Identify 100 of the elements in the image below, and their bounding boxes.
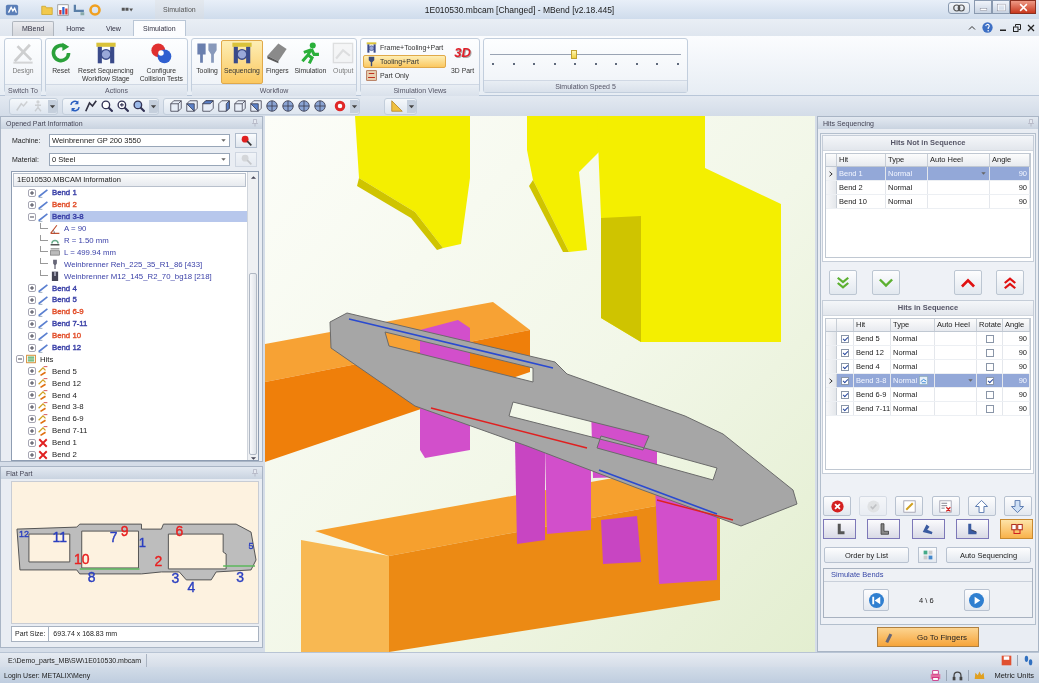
elbow-pipe-icon[interactable] (73, 3, 85, 16)
headset-icon[interactable] (952, 669, 964, 681)
3d-viewport[interactable] (265, 116, 815, 652)
plus-box-icon[interactable] (28, 343, 36, 352)
bend-number-label: 5 (248, 541, 254, 551)
checkbox[interactable] (841, 362, 849, 371)
zigzag-line-icon[interactable] (85, 100, 97, 112)
rotate-checkbox[interactable] (985, 390, 994, 399)
maximize-button[interactable] (992, 0, 1010, 14)
tool-button[interactable] (967, 496, 996, 516)
tick-mark (574, 63, 577, 65)
plus-box-icon[interactable] (28, 200, 36, 209)
rotate-checkbox[interactable] (985, 376, 994, 385)
bend-number-label: 9 (120, 523, 129, 540)
cube-view-icon[interactable] (234, 100, 246, 112)
die-icon (50, 271, 60, 282)
bend-hit-icon (38, 425, 48, 436)
rotate-checkbox[interactable] (985, 334, 994, 343)
checkbox[interactable] (841, 334, 849, 343)
dropdown-icon (967, 377, 974, 384)
dropdown-icon[interactable] (407, 99, 416, 113)
document-icon (332, 42, 355, 64)
plus-box-icon[interactable] (28, 438, 36, 447)
mode-button[interactable] (823, 519, 856, 539)
plus-box-icon[interactable] (28, 319, 36, 328)
cube-view-icon[interactable] (250, 100, 262, 112)
plus-box-icon[interactable] (28, 367, 36, 376)
plus-box-icon[interactable] (28, 188, 36, 197)
globe-view-icon[interactable] (298, 100, 310, 112)
tool-button[interactable] (823, 496, 851, 516)
tool-button[interactable] (931, 496, 960, 516)
plus-box-icon[interactable] (28, 402, 36, 411)
skip-back-icon (868, 592, 884, 608)
tool-button[interactable] (1003, 496, 1032, 516)
mode-button[interactable] (911, 519, 945, 539)
stop-icon[interactable] (334, 100, 346, 112)
plus-box-icon[interactable] (28, 307, 36, 316)
plus-box-icon[interactable] (28, 414, 36, 423)
footprints-icon[interactable] (1023, 654, 1034, 666)
boot-icon (922, 523, 934, 535)
mode-button[interactable] (955, 519, 989, 539)
zoom-fit-icon[interactable] (133, 100, 145, 112)
plus-box-icon[interactable] (28, 426, 36, 435)
checkbox[interactable] (841, 348, 849, 357)
bend-number-label: 3 (171, 569, 180, 586)
cube-view-icon[interactable] (170, 100, 182, 112)
zoom-in-icon[interactable] (117, 100, 129, 112)
plus-box-icon[interactable] (28, 295, 36, 304)
scroll-up-icon[interactable] (249, 174, 257, 181)
globe-view-icon[interactable] (282, 100, 294, 112)
bend-number-label: 7 (109, 529, 118, 546)
globe-view-icon[interactable] (314, 100, 326, 112)
checkbox[interactable] (841, 390, 849, 399)
help-icon[interactable] (982, 22, 993, 33)
mode-button[interactable] (867, 519, 901, 539)
save-icon[interactable] (1001, 654, 1012, 666)
slider-thumb[interactable] (571, 50, 578, 59)
collapse-icon[interactable] (968, 23, 976, 32)
cube-view-icon[interactable] (218, 100, 230, 112)
close-button[interactable] (1010, 0, 1036, 14)
minimize-button[interactable] (974, 0, 992, 14)
ruler-icon[interactable] (391, 100, 403, 112)
restore-icon[interactable] (1013, 23, 1021, 32)
play-button[interactable] (963, 589, 990, 611)
printer-icon[interactable] (930, 669, 942, 681)
chart-icon[interactable] (57, 3, 69, 16)
checkbox[interactable] (841, 404, 849, 413)
plus-box-icon[interactable] (28, 331, 36, 340)
grid-button[interactable] (918, 547, 937, 563)
minus-box-icon[interactable] (28, 212, 36, 221)
globe-view-icon[interactable] (266, 100, 278, 112)
bend-number-label: 6 (175, 523, 184, 540)
dropdown-icon[interactable] (48, 99, 57, 113)
dropdown-icon[interactable] (350, 99, 359, 113)
plus-box-icon[interactable] (28, 284, 36, 293)
move-all-down-button[interactable] (829, 270, 857, 295)
plus-box-icon[interactable] (28, 450, 36, 459)
plus-box-icon[interactable] (28, 379, 36, 388)
cube-view-icon[interactable] (202, 100, 214, 112)
cube-view-icon[interactable] (186, 100, 198, 112)
zoom-icon[interactable] (101, 100, 113, 112)
close-icon[interactable] (1027, 23, 1035, 32)
dropdown-icon[interactable] (149, 99, 158, 113)
move-up-button[interactable] (954, 270, 982, 295)
scrollbar[interactable] (247, 172, 258, 460)
checkbox[interactable] (841, 376, 849, 385)
rotate-checkbox[interactable] (985, 348, 994, 357)
rotate-checkbox[interactable] (985, 404, 994, 413)
move-all-up-button[interactable] (996, 270, 1024, 295)
rotate-checkbox[interactable] (985, 362, 994, 371)
picker-button[interactable] (235, 133, 257, 148)
move-down-button[interactable] (872, 270, 900, 295)
link-button[interactable] (948, 2, 970, 14)
go-to-fingers-button[interactable]: Go To Fingers (877, 627, 979, 647)
minus-box-icon[interactable] (16, 355, 24, 364)
scroll-thumb[interactable] (249, 273, 257, 455)
refresh-icon[interactable] (69, 100, 81, 112)
previous-button[interactable] (863, 589, 889, 611)
plus-box-icon[interactable] (28, 391, 36, 400)
mode-button[interactable] (1000, 519, 1033, 539)
